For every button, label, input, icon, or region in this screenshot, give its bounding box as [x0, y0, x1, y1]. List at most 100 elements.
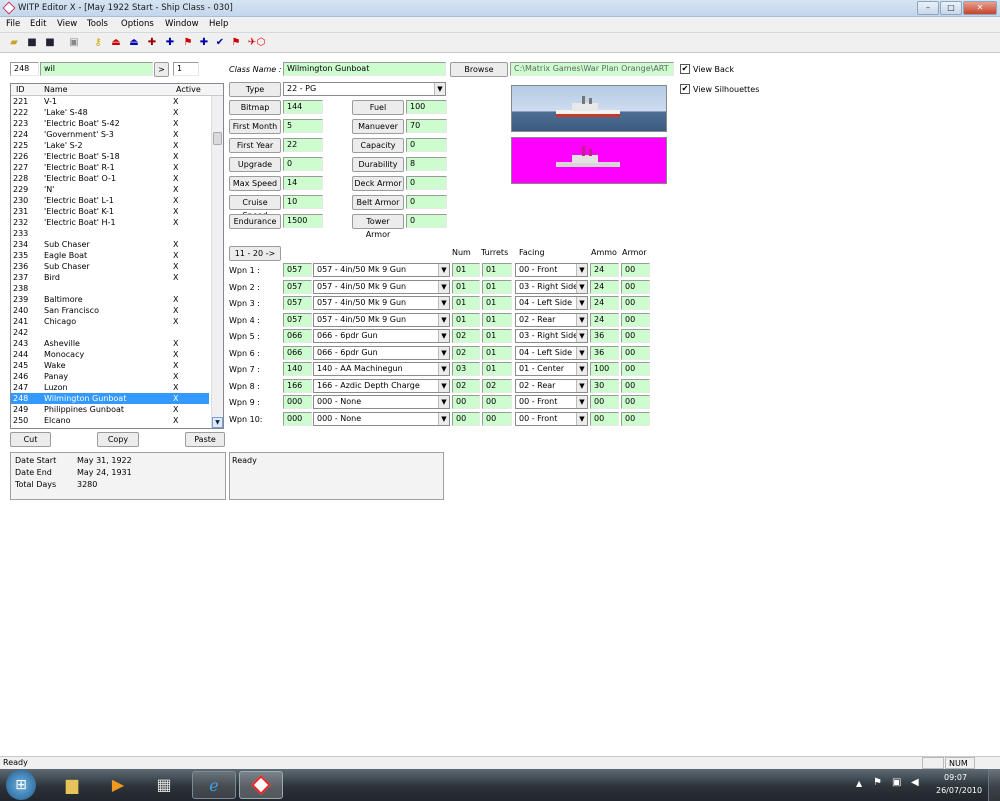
chevron-down-icon[interactable]: ▼: [576, 412, 587, 425]
destroyer-icon[interactable]: ✚: [144, 35, 160, 51]
weapon-code-input[interactable]: 166: [283, 378, 312, 393]
weapon-num-input[interactable]: 01: [452, 296, 480, 310]
weapon-code-input[interactable]: 057: [283, 279, 312, 294]
stat-button[interactable]: Tower Armor: [352, 214, 404, 239]
list-item[interactable]: 227 'Electric Boat' R-1 X: [11, 162, 209, 173]
weapon-select[interactable]: 057 - 4in/50 Mk 9 Gun ▼: [313, 312, 450, 327]
chevron-down-icon[interactable]: ▼: [576, 396, 587, 408]
chevron-down-icon[interactable]: ▼: [438, 264, 449, 276]
list-item[interactable]: 225 'Lake' S-2 X: [11, 140, 209, 151]
aircraft-icon[interactable]: ⚑: [228, 35, 244, 51]
save-all-icon[interactable]: ■: [42, 35, 58, 51]
weapon-code-input[interactable]: 057: [283, 296, 312, 310]
list-item[interactable]: 236 Sub Chaser X: [11, 261, 209, 272]
stat-button[interactable]: Endurance: [229, 214, 281, 229]
weapon-num-input[interactable]: 01: [452, 263, 480, 277]
chevron-down-icon[interactable]: ▼: [438, 330, 449, 342]
copy-button[interactable]: Copy: [97, 432, 139, 447]
art-path-field[interactable]: C:\Matrix Games\War Plan Orange\ART: [510, 62, 674, 76]
explorer-icon[interactable]: ▆: [50, 771, 94, 799]
list-item[interactable]: 245 Wake X: [11, 360, 209, 371]
weapon-turrets-input[interactable]: 01: [482, 279, 512, 294]
weapon-num-input[interactable]: 01: [452, 312, 480, 327]
weapon-armor-input[interactable]: 00: [621, 362, 650, 376]
plus-icon[interactable]: ✚: [196, 35, 212, 51]
list-item[interactable]: 224 'Government' S-3 X: [11, 129, 209, 140]
weapon-turrets-input[interactable]: 01: [482, 312, 512, 327]
weapon-num-input[interactable]: 03: [452, 362, 480, 376]
chevron-down-icon[interactable]: ▼: [576, 313, 587, 326]
stat-value-input[interactable]: 0: [406, 214, 447, 228]
column-header-name[interactable]: Name: [44, 85, 68, 94]
menu-help[interactable]: Help: [209, 19, 228, 29]
weapon-ammo-input[interactable]: 24: [590, 263, 619, 277]
stat-button[interactable]: First Month: [229, 119, 281, 134]
column-header-active[interactable]: Active: [176, 85, 201, 94]
volume-icon[interactable]: ◀: [911, 777, 919, 788]
stat-button[interactable]: Durability: [352, 157, 404, 172]
weapon-ammo-input[interactable]: 24: [590, 279, 619, 294]
facing-select[interactable]: 00 - Front ▼: [515, 395, 588, 409]
list-item[interactable]: 249 Philippines Gunboat X: [11, 404, 209, 415]
stat-button[interactable]: Fuel: [352, 100, 404, 115]
list-item[interactable]: 239 Baltimore X: [11, 294, 209, 305]
list-item[interactable]: 223 'Electric Boat' S-42 X: [11, 118, 209, 129]
stat-value-input[interactable]: 0: [283, 157, 323, 171]
stat-button[interactable]: Capacity: [352, 138, 404, 153]
list-item[interactable]: 221 V-1 X: [11, 96, 209, 107]
weapon-armor-input[interactable]: 00: [621, 329, 650, 343]
weapon-ammo-input[interactable]: 36: [590, 345, 619, 360]
facing-select[interactable]: 04 - Left Side ▼: [515, 345, 588, 360]
open-icon[interactable]: ▰: [6, 35, 22, 51]
scroll-down-icon[interactable]: ▼: [212, 417, 223, 428]
weapon-ammo-input[interactable]: 24: [590, 296, 619, 310]
weapon-armor-input[interactable]: 00: [621, 263, 650, 277]
facing-select[interactable]: 02 - Rear ▼: [515, 312, 588, 327]
weapon-num-input[interactable]: 02: [452, 378, 480, 393]
chevron-down-icon[interactable]: ▼: [576, 346, 587, 359]
stat-button[interactable]: First Year: [229, 138, 281, 153]
hexagon-icon[interactable]: ⬡: [253, 35, 269, 51]
stat-value-input[interactable]: 14: [283, 176, 323, 190]
weapon-select[interactable]: 066 - 6pdr Gun ▼: [313, 329, 450, 343]
weapon-turrets-input[interactable]: 02: [482, 378, 512, 393]
list-item[interactable]: 222 'Lake' S-48 X: [11, 107, 209, 118]
weapon-ammo-input[interactable]: 00: [590, 395, 619, 409]
weapon-select[interactable]: 000 - None ▼: [313, 395, 450, 409]
stat-button[interactable]: Upgrade: [229, 157, 281, 172]
weapon-num-input[interactable]: 02: [452, 345, 480, 360]
facing-select[interactable]: 03 - Right Side ▼: [515, 279, 588, 294]
weapon-turrets-input[interactable]: 01: [482, 263, 512, 277]
stat-value-input[interactable]: 22: [283, 138, 323, 152]
weapon-select[interactable]: 057 - 4in/50 Mk 9 Gun ▼: [313, 279, 450, 294]
stat-button[interactable]: Cruise Speed: [229, 195, 281, 220]
stat-value-input[interactable]: 8: [406, 157, 447, 171]
ship-icon[interactable]: ⏏: [108, 35, 124, 51]
stat-value-input[interactable]: 70: [406, 119, 447, 133]
minimize-button[interactable]: –: [917, 1, 939, 15]
weapon-ammo-input[interactable]: 00: [590, 411, 619, 426]
weapon-code-input[interactable]: 057: [283, 263, 312, 277]
weapon-select[interactable]: 166 - Azdic Depth Charge ▼: [313, 378, 450, 393]
weapon-code-input[interactable]: 000: [283, 395, 312, 409]
facing-select[interactable]: 01 - Center ▼: [515, 362, 588, 376]
weapon-select[interactable]: 000 - None ▼: [313, 411, 450, 426]
chevron-down-icon[interactable]: ▼: [576, 280, 587, 293]
weapon-num-input[interactable]: 00: [452, 411, 480, 426]
stat-value-input[interactable]: 100: [406, 100, 447, 114]
network-tray-icon[interactable]: ▣: [892, 777, 901, 788]
weapon-turrets-input[interactable]: 00: [482, 395, 512, 409]
list-item[interactable]: 247 Luzon X: [11, 382, 209, 393]
weapon-code-input[interactable]: 066: [283, 345, 312, 360]
list-item[interactable]: 228 'Electric Boat' O-1 X: [11, 173, 209, 184]
weapon-select[interactable]: 066 - 6pdr Gun ▼: [313, 345, 450, 360]
facing-select[interactable]: 03 - Right Side ▼: [515, 329, 588, 343]
chevron-down-icon[interactable]: ▼: [438, 346, 449, 359]
chevron-down-icon[interactable]: ▼: [434, 83, 445, 95]
column-header-id[interactable]: ID: [16, 85, 25, 94]
list-item[interactable]: 232 'Electric Boat' H-1 X: [11, 217, 209, 228]
list-item[interactable]: 226 'Electric Boat' S-18 X: [11, 151, 209, 162]
view-back-checkbox[interactable]: ✔: [680, 64, 690, 74]
list-item[interactable]: 250 Elcano X: [11, 415, 209, 426]
list-item[interactable]: 241 Chicago X: [11, 316, 209, 327]
